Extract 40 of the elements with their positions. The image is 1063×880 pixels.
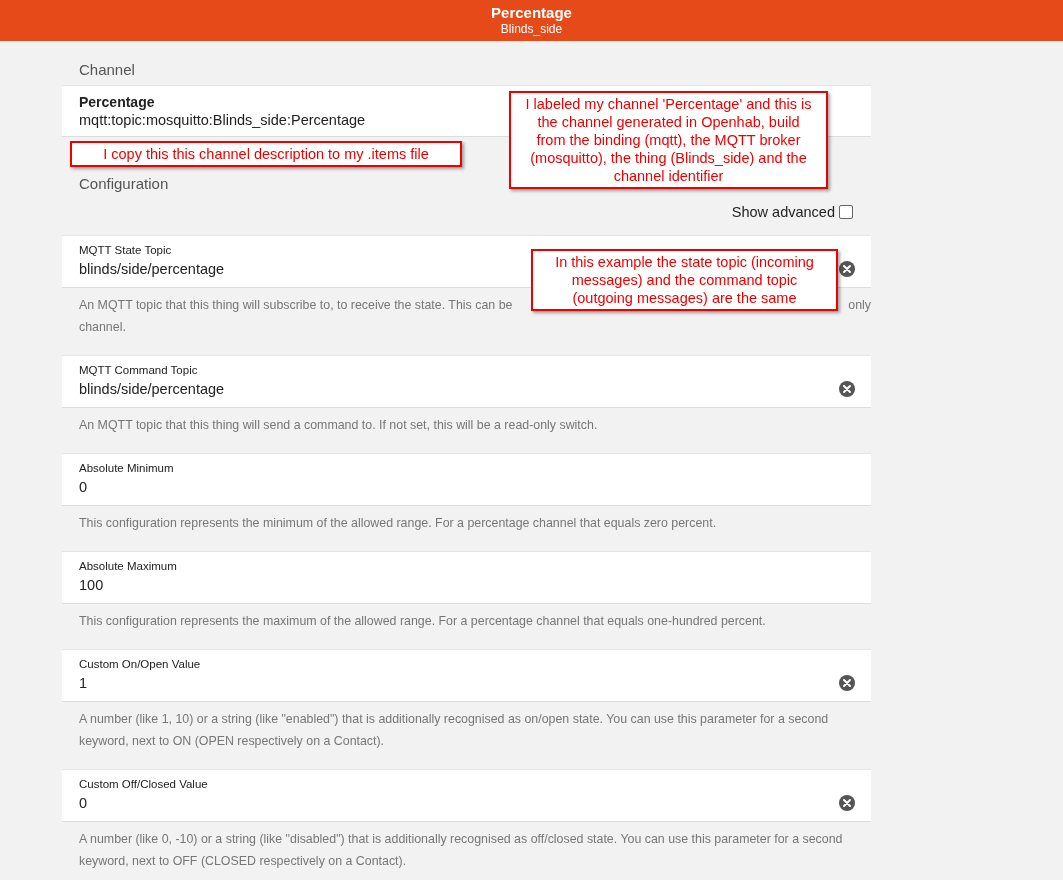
annotation-tooltip: I labeled my channel 'Percentage' and this is the channel generated in Openhab, build from the binding (mqtt), the MQTT broker (mosquitto), the thing (Blinds_side) and the channel identifier (509, 91, 828, 189)
field-label: Absolute Minimum (79, 461, 175, 475)
field-value: blinds/side/percentage (79, 261, 225, 277)
field-label: Custom Off/Closed Value (79, 777, 209, 791)
field-description: A number (like 0, -10) or a string (like "disabled") that is additionally recognised as off/closed state. You can use this parameter for a second keyword, next to OFF (CLOSED respectively on a Contact). (79, 831, 844, 870)
clear-icon[interactable] (839, 381, 855, 397)
annotation-tooltip: I copy this this channel description to my .items file (70, 141, 462, 167)
clear-icon[interactable] (839, 261, 855, 277)
field-description: channel. (79, 319, 126, 336)
field-description: An MQTT topic that this thing will send a command to. If not set, this will be a read-only switch. (79, 417, 598, 434)
field-label: MQTT Command Topic (79, 363, 199, 377)
channel-label: Percentage (79, 93, 155, 111)
input-field[interactable]: MQTT Command Topic blinds/side/percentage (62, 355, 871, 408)
field-value: blinds/side/percentage (79, 381, 225, 397)
clear-icon[interactable] (839, 795, 855, 811)
page-title: Percentage (490, 4, 573, 22)
field-label: Custom On/Open Value (79, 657, 202, 671)
field-description: An MQTT topic that this thing will subscribe to, to receive the state. This can be (79, 297, 513, 314)
input-field[interactable]: Absolute Maximum 100 (62, 551, 871, 604)
show-advanced-label: Show advanced (731, 204, 835, 220)
input-field[interactable]: Absolute Minimum 0 (62, 453, 871, 506)
input-field[interactable]: Custom Off/Closed Value 0 (62, 769, 871, 822)
section-heading: Channel (78, 60, 136, 80)
field-value: 0 (79, 479, 88, 495)
page-subtitle: Blinds_side (499, 22, 564, 37)
show-advanced-checkbox[interactable] (839, 205, 853, 219)
channel-uid: mqtt:topic:mosquitto:Blinds_side:Percentage (79, 111, 366, 130)
clear-icon[interactable] (839, 675, 855, 691)
field-description: This configuration represents the maximum of the allowed range. For a percentage channel that equals one-hundred percent. (79, 613, 766, 630)
input-field[interactable]: Custom On/Open Value 1 (62, 649, 871, 702)
field-description: This configuration represents the minimum of the allowed range. For a percentage channel that equals zero percent. (79, 515, 717, 532)
field-value: 0 (79, 795, 88, 811)
field-label: MQTT State Topic (79, 243, 173, 257)
field-description: A number (like 1, 10) or a string (like "enabled") that is additionally recognised as on/open state. You can use this parameter for a second keyword, next to ON (OPEN respectively on a Contact). (79, 711, 830, 750)
annotation-tooltip: In this example the state topic (incoming messages) and the command topic (outgoing messages) are the same (531, 249, 838, 311)
field-description: only (848, 297, 871, 314)
section-heading: Configuration (78, 175, 170, 192)
field-value: 1 (79, 675, 88, 691)
field-label: Absolute Maximum (79, 559, 178, 573)
field-value: 100 (79, 577, 104, 593)
